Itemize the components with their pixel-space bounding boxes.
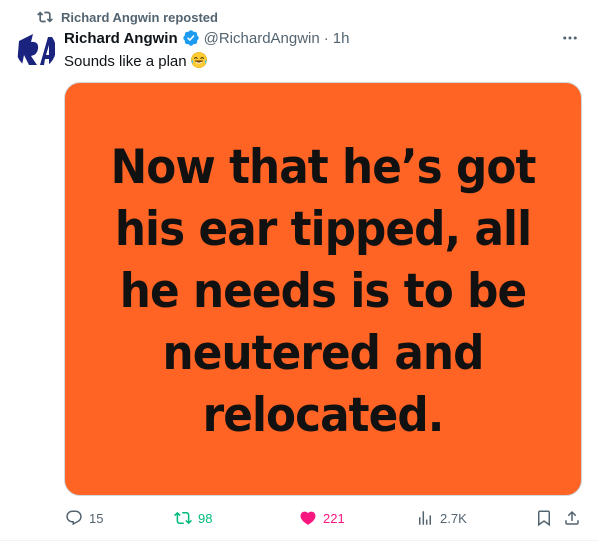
tweet-text: Sounds like a plan <box>64 51 208 75</box>
view-count: 2.7K <box>440 510 467 526</box>
bookmark-icon <box>538 510 550 527</box>
views-chart-icon <box>419 511 431 525</box>
bookmark-button[interactable] <box>535 507 553 529</box>
repost-icon <box>174 511 192 525</box>
tweet-timestamp[interactable]: 1h <box>333 30 350 47</box>
heart-icon <box>300 511 316 525</box>
tweet-card[interactable]: Richard Angwin reposted Richard Angwin @… <box>0 0 598 541</box>
repost-banner-text: Richard Angwin reposted <box>61 9 218 25</box>
reply-icon <box>66 510 82 526</box>
meme-line: his ear tipped, all <box>114 202 532 257</box>
meme-line: relocated. <box>202 388 445 443</box>
repost-button[interactable]: 98 <box>174 507 212 529</box>
separator-dot: · <box>323 29 329 47</box>
laughing-tears-emoji-icon <box>190 51 208 75</box>
author-display-name[interactable]: Richard Angwin <box>64 30 178 47</box>
repost-count: 98 <box>198 510 213 526</box>
views-button[interactable]: 2.7K <box>416 507 467 529</box>
avatar[interactable] <box>16 29 56 69</box>
meme-line: he needs is to be <box>119 264 527 319</box>
repost-icon <box>37 9 53 25</box>
reply-count: 15 <box>89 510 104 526</box>
like-button[interactable]: 221 <box>299 507 345 529</box>
more-options-button[interactable] <box>558 28 582 48</box>
meme-text: Now that he’s got his ear tipped, all he… <box>83 137 563 447</box>
more-icon <box>563 36 577 40</box>
tweet-header: Richard Angwin @RichardAngwin · 1h <box>64 28 349 48</box>
share-icon <box>565 510 579 525</box>
tweet-media-image[interactable]: Now that he’s got his ear tipped, all he… <box>64 82 582 496</box>
share-button[interactable] <box>563 507 581 529</box>
reply-button[interactable]: 15 <box>65 507 103 529</box>
meme-line: Now that he’s got <box>110 140 537 195</box>
like-count: 221 <box>323 510 345 526</box>
verified-badge-icon[interactable] <box>182 29 200 47</box>
repost-banner[interactable]: Richard Angwin reposted <box>37 8 218 26</box>
meme-line: neutered and <box>162 326 485 381</box>
tweet-action-bar: 15 98 221 2.7K <box>64 507 582 529</box>
tweet-text-body: Sounds like a plan <box>64 53 187 70</box>
author-handle[interactable]: @RichardAngwin <box>204 30 320 47</box>
